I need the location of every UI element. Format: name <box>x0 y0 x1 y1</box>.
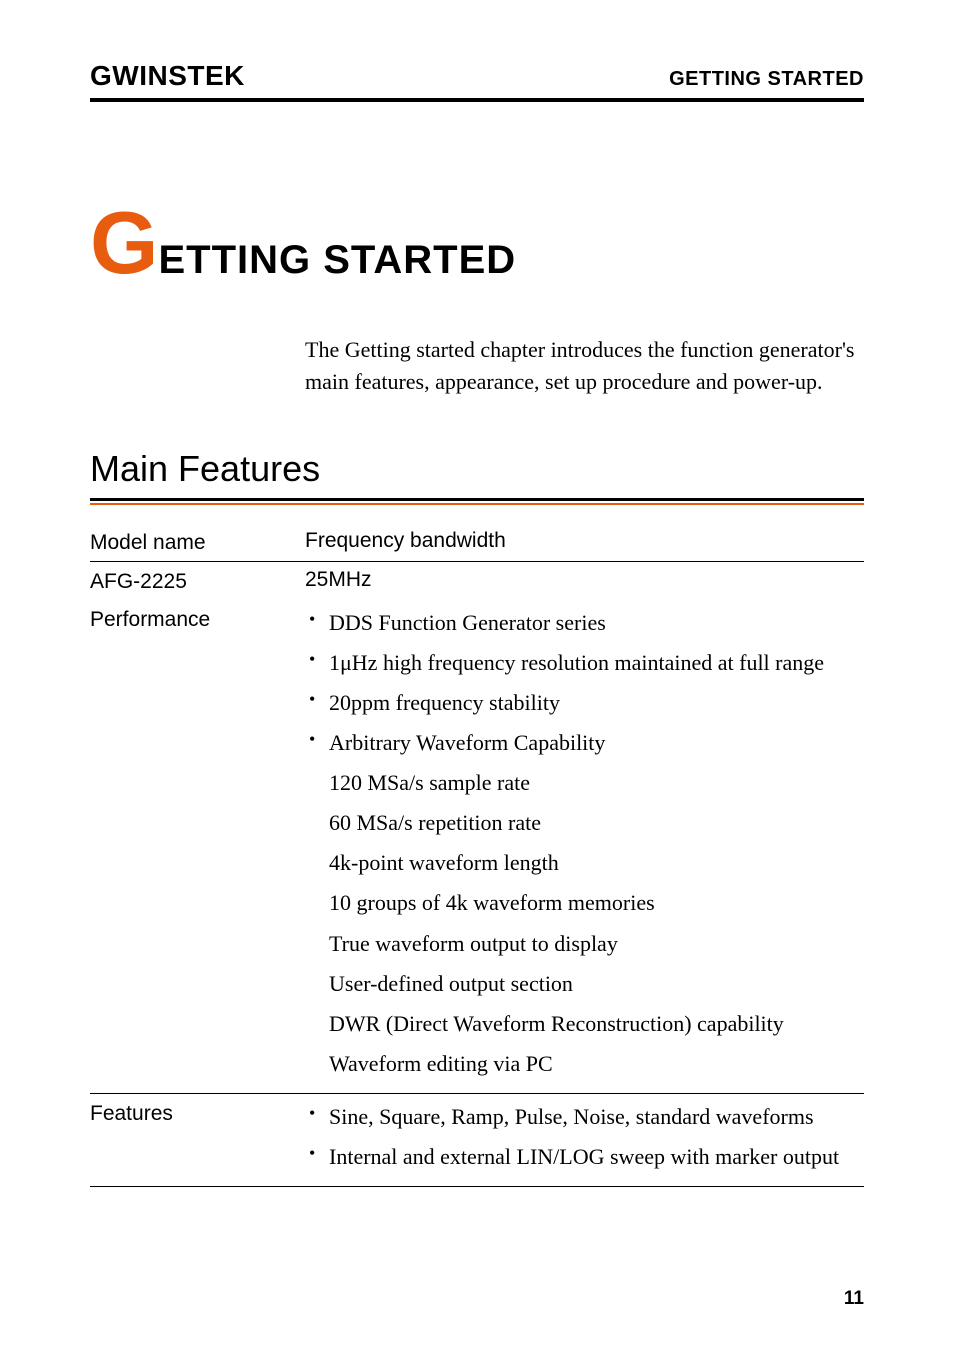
section-title: Main Features <box>90 448 864 490</box>
chapter-dropcap: G <box>90 193 158 292</box>
model-row: AFG-2225 25MHz <box>90 568 864 600</box>
table-header-row: Model name Frequency bandwidth <box>90 529 864 562</box>
chapter-title-text: ETTING STARTED <box>158 238 516 282</box>
features-bullets: Sine, Square, Ramp, Pulse, Noise, standa… <box>305 1100 864 1174</box>
model-value: 25MHz <box>305 568 864 594</box>
header-label: Model name <box>90 529 305 555</box>
features-content: Sine, Square, Ramp, Pulse, Noise, standa… <box>305 1100 864 1180</box>
list-item: 120 MSa/s sample rate <box>329 766 864 800</box>
page-number: 11 <box>844 1288 864 1310</box>
list-item: 1μHz high frequency resolution maintaine… <box>305 646 864 680</box>
chapter-intro: The Getting started chapter introduces t… <box>305 334 864 398</box>
performance-sublist: 120 MSa/s sample rate 60 MSa/s repetitio… <box>305 766 864 1081</box>
performance-row: Performance DDS Function Generator serie… <box>90 606 864 1094</box>
page-header: GWINSTEK GETTING STARTED <box>90 60 864 102</box>
features-label: Features <box>90 1100 305 1180</box>
brand-logo: GWINSTEK <box>90 60 245 92</box>
list-item: DDS Function Generator series <box>305 606 864 640</box>
performance-content: DDS Function Generator series 1μHz high … <box>305 606 864 1087</box>
logo-text: GWINSTEK <box>90 60 245 91</box>
performance-label: Performance <box>90 606 305 1087</box>
features-row: Features Sine, Square, Ramp, Pulse, Nois… <box>90 1100 864 1187</box>
list-item: Sine, Square, Ramp, Pulse, Noise, standa… <box>305 1100 864 1134</box>
list-item: True waveform output to display <box>329 927 864 961</box>
list-item: Internal and external LIN/LOG sweep with… <box>305 1140 864 1174</box>
list-item: 20ppm frequency stability <box>305 686 864 720</box>
header-value: Frequency bandwidth <box>305 529 864 555</box>
spec-table: Model name Frequency bandwidth AFG-2225 … <box>90 529 864 1187</box>
list-item: 4k-point waveform length <box>329 846 864 880</box>
chapter-title: GETTING STARTED <box>90 192 864 294</box>
header-section-label: GETTING STARTED <box>669 68 864 91</box>
section-rule <box>90 498 864 505</box>
list-item: Arbitrary Waveform Capability <box>305 726 864 760</box>
list-item: DWR (Direct Waveform Reconstruction) cap… <box>329 1007 864 1041</box>
list-item: 10 groups of 4k waveform memories <box>329 886 864 920</box>
performance-bullets: DDS Function Generator series 1μHz high … <box>305 606 864 760</box>
list-item: 60 MSa/s repetition rate <box>329 806 864 840</box>
list-item: Waveform editing via PC <box>329 1047 864 1081</box>
list-item: User-defined output section <box>329 967 864 1001</box>
model-label: AFG-2225 <box>90 568 305 594</box>
